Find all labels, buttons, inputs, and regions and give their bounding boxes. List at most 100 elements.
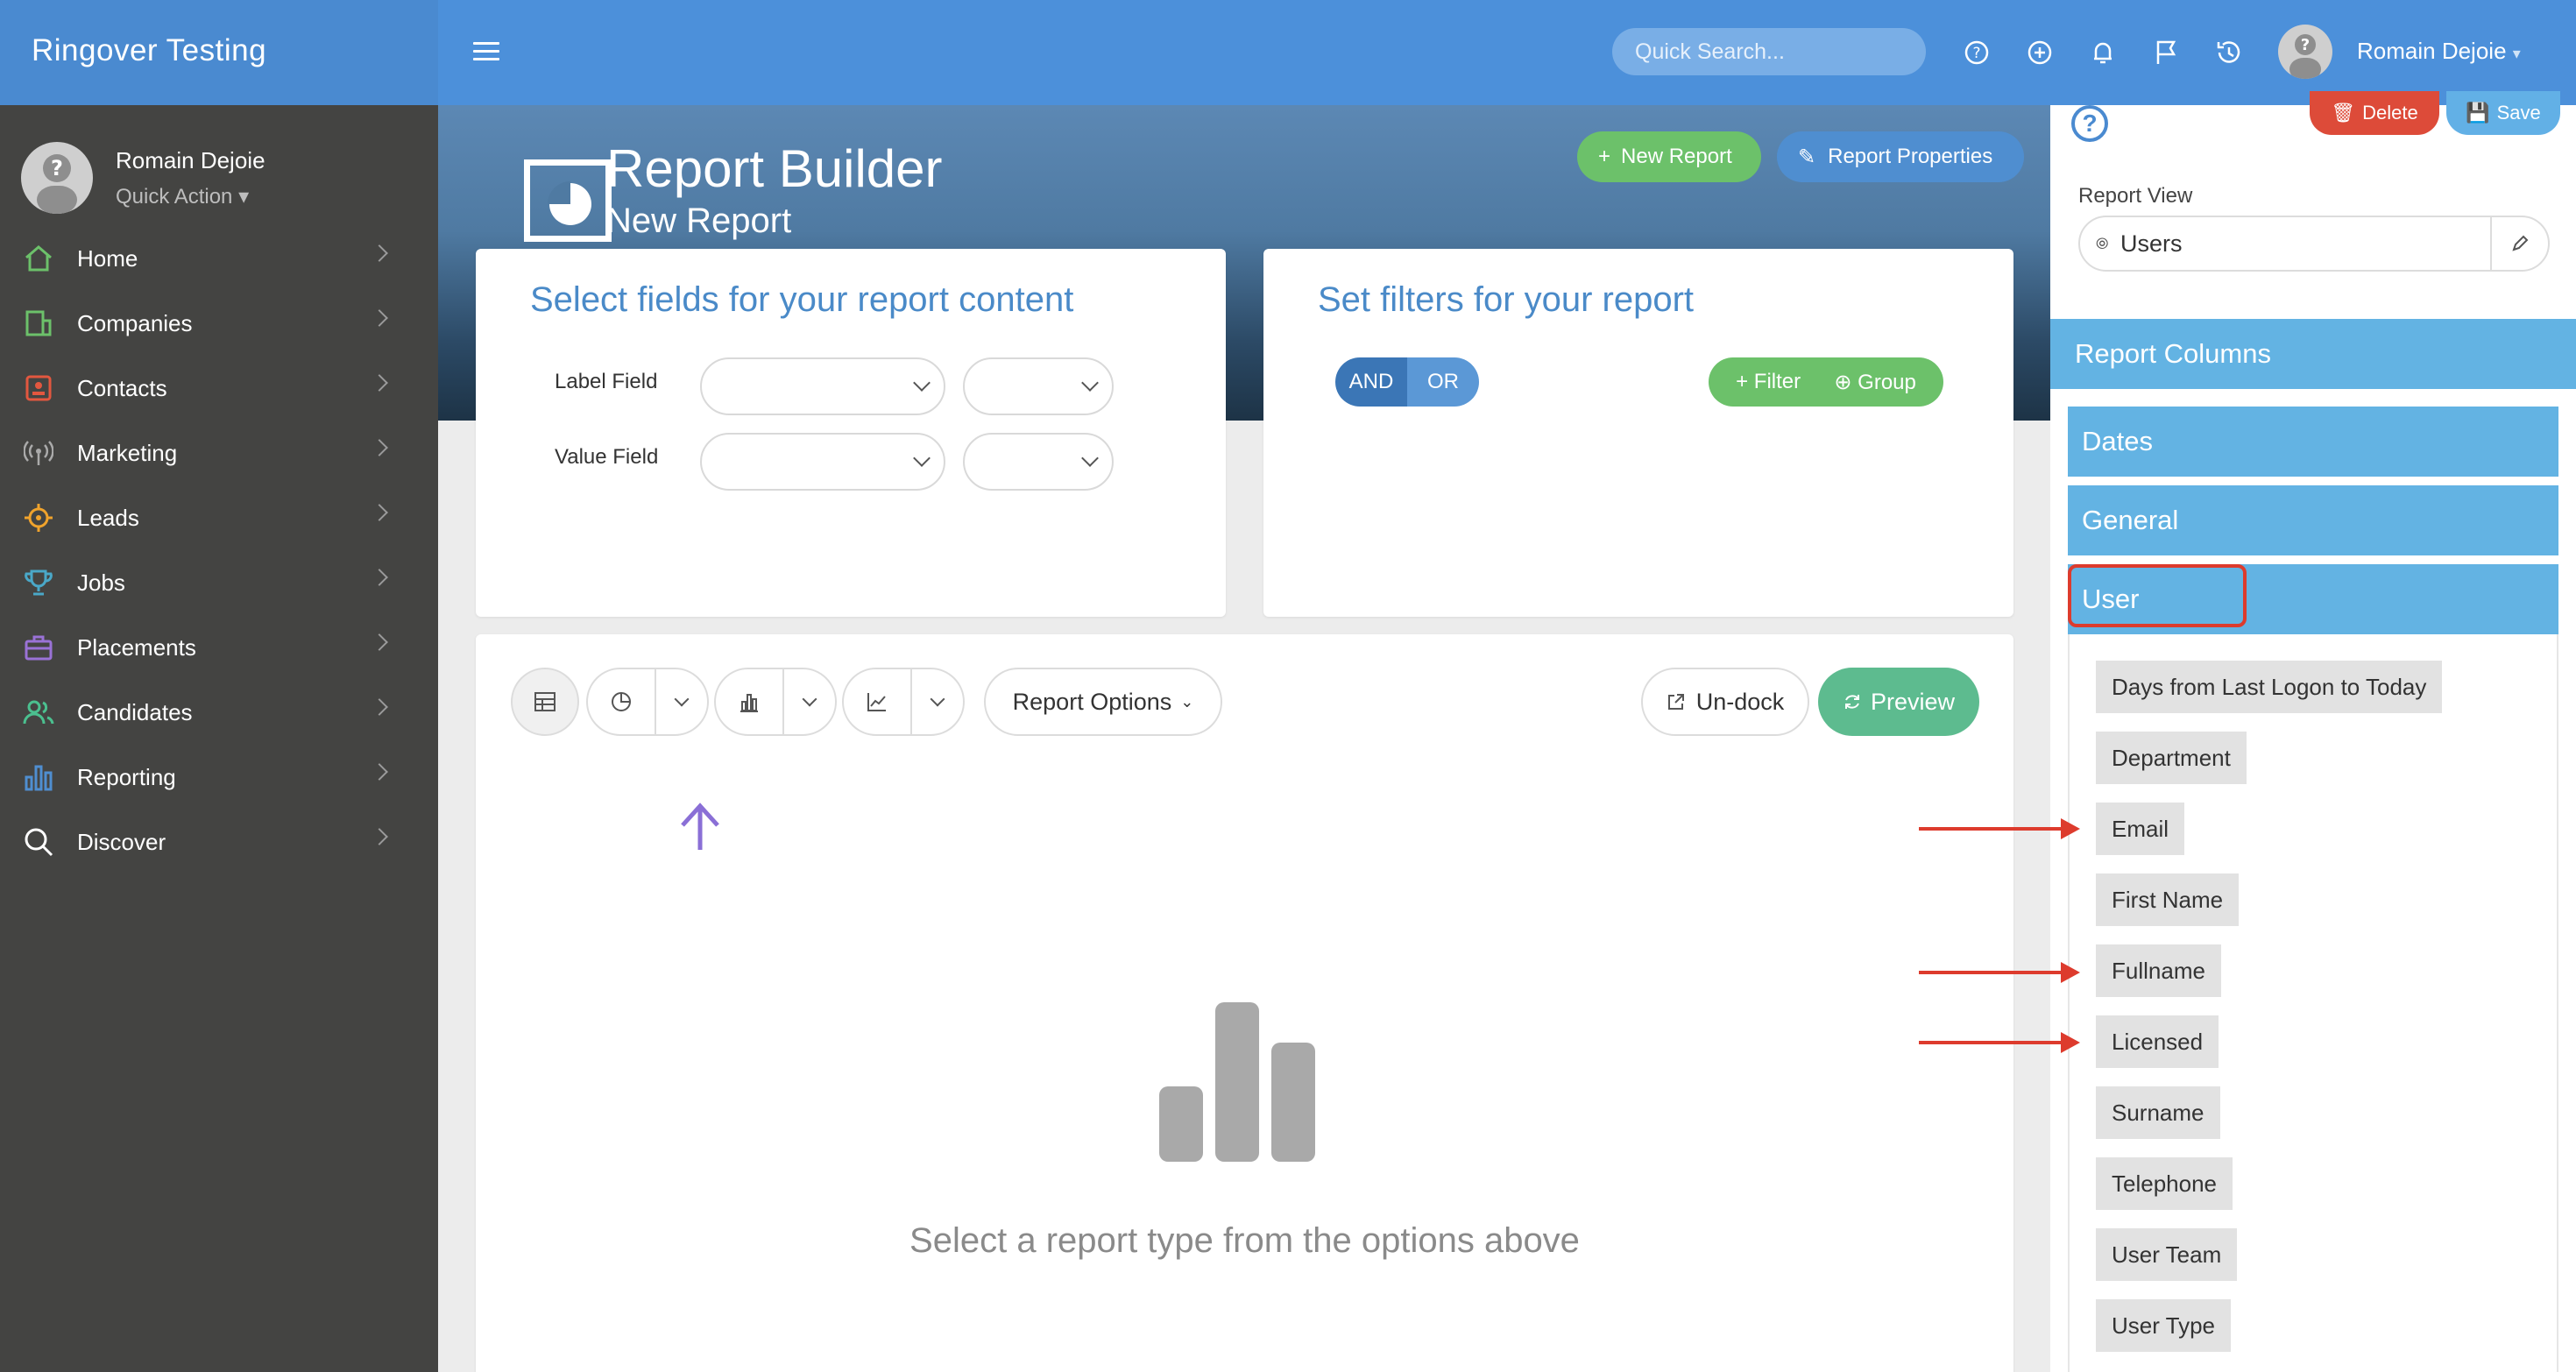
column-item-user-team[interactable]: User Team xyxy=(2096,1228,2238,1281)
annotation-arrow-licensed xyxy=(1919,1032,2080,1053)
column-item-user-type[interactable]: User Type xyxy=(2096,1299,2232,1352)
undock-button[interactable]: Un-dock xyxy=(1641,668,1809,736)
column-item-licensed[interactable]: Licensed xyxy=(2096,1015,2219,1068)
report-view-select[interactable]: ⦾ Users xyxy=(2078,216,2550,272)
top-avatar[interactable]: ? xyxy=(2278,25,2332,79)
chevron-right-icon xyxy=(371,504,388,521)
value-field-label: Value Field xyxy=(555,445,659,469)
sidebar-item-companies[interactable]: Companies xyxy=(0,291,438,356)
sidebar-item-label: Discover xyxy=(77,828,166,855)
sidebar-item-marketing[interactable]: Marketing xyxy=(0,421,438,485)
plus-icon: + xyxy=(1598,145,1611,168)
new-report-button[interactable]: + New Report xyxy=(1577,131,1761,182)
sidebar-item-contacts[interactable]: Contacts xyxy=(0,356,438,421)
sidebar-item-placements[interactable]: Placements xyxy=(0,615,438,680)
column-item-department[interactable]: Department xyxy=(2096,732,2247,784)
preview-button[interactable]: Preview xyxy=(1818,668,1979,736)
sidebar-item-label: Marketing xyxy=(77,439,178,466)
value-field-option-select[interactable] xyxy=(963,433,1114,491)
bell-icon[interactable] xyxy=(2089,39,2117,67)
pie-chart-dropdown[interactable] xyxy=(656,669,707,734)
sidebar-item-leads[interactable]: Leads xyxy=(0,485,438,550)
home-icon xyxy=(0,244,77,272)
report-properties-label: Report Properties xyxy=(1828,145,1993,168)
add-group-button[interactable]: ⊕ Group xyxy=(1834,370,1915,395)
sidebar-item-reporting[interactable]: Reporting xyxy=(0,745,438,810)
delete-button[interactable]: 🗑 Delete xyxy=(2310,91,2439,135)
chevron-right-icon xyxy=(371,309,388,327)
sidebar-item-home[interactable]: Home xyxy=(0,226,438,291)
sidebar-item-jobs[interactable]: Jobs xyxy=(0,550,438,615)
line-chart-dropdown[interactable] xyxy=(912,669,963,734)
sidebar-item-candidates[interactable]: Candidates xyxy=(0,680,438,745)
pie-chart-button-group xyxy=(586,668,709,736)
annotation-arrow-email xyxy=(1919,818,2080,839)
caret-down-icon: ▾ xyxy=(2512,45,2521,62)
sidebar-item-label: Reporting xyxy=(77,763,176,790)
bar-chart-dropdown[interactable] xyxy=(784,669,835,734)
label-field-option-select[interactable] xyxy=(963,357,1114,415)
search-icon xyxy=(0,827,77,857)
pencil-icon xyxy=(2512,235,2529,251)
or-toggle[interactable]: OR xyxy=(1407,357,1479,407)
sidebar-user-name[interactable]: Romain Dejoie xyxy=(116,147,265,174)
fields-card: Select fields for your report content La… xyxy=(476,249,1226,617)
report-properties-button[interactable]: ✎ Report Properties xyxy=(1777,131,2024,182)
chevron-right-icon xyxy=(371,633,388,651)
column-item-days-from-last-logon[interactable]: Days from Last Logon to Today xyxy=(2096,661,2443,713)
brand-title[interactable]: Ringover Testing xyxy=(0,0,438,105)
quick-action-menu[interactable]: Quick Action ▾ xyxy=(116,184,249,209)
value-field-select[interactable] xyxy=(700,433,945,491)
column-item-surname[interactable]: Surname xyxy=(2096,1086,2220,1139)
column-item-telephone[interactable]: Telephone xyxy=(2096,1157,2233,1210)
top-bar xyxy=(438,0,2576,105)
bar-chart-placeholder-icon xyxy=(1159,1002,1315,1162)
trash-icon: 🗑 xyxy=(2331,102,2356,124)
chevron-down-icon xyxy=(674,691,690,707)
report-columns-header: Report Columns xyxy=(2050,319,2576,389)
add-filter-button[interactable]: + Filter xyxy=(1736,370,1801,394)
table-report-button[interactable] xyxy=(511,668,579,736)
label-field-select[interactable] xyxy=(700,357,945,415)
filters-card-title: Set filters for your report xyxy=(1318,280,1695,319)
flag-icon[interactable] xyxy=(2152,39,2180,67)
filter-label: Filter xyxy=(1753,370,1801,393)
edit-report-view-button[interactable] xyxy=(2490,217,2548,270)
history-icon[interactable] xyxy=(2215,39,2243,67)
bar-chart-button[interactable] xyxy=(716,669,784,734)
table-icon xyxy=(534,692,556,711)
help-icon[interactable]: ? xyxy=(1963,39,1991,67)
fields-card-title: Select fields for your report content xyxy=(530,280,1074,319)
top-user-menu[interactable]: Romain Dejoie ▾ xyxy=(2357,38,2521,65)
panel-help-icon[interactable]: ? xyxy=(2071,105,2108,142)
report-view-value: Users xyxy=(2120,230,2183,257)
and-toggle[interactable]: AND xyxy=(1335,357,1407,407)
external-link-icon xyxy=(1667,694,1684,710)
column-group-general[interactable]: General xyxy=(2068,485,2558,555)
column-group-dates[interactable]: Dates xyxy=(2068,407,2558,477)
hamburger-menu-icon[interactable] xyxy=(473,42,499,61)
report-options-dropdown[interactable]: Report Options ⌄ xyxy=(984,668,1222,736)
column-item-first-name[interactable]: First Name xyxy=(2096,873,2240,926)
plus-circle-icon: ⊕ xyxy=(1834,370,1858,394)
chevron-down-icon xyxy=(913,374,931,392)
sidebar-item-label: Leads xyxy=(77,504,139,531)
undock-label: Un-dock xyxy=(1695,688,1785,715)
avatar[interactable]: ? xyxy=(21,142,93,214)
sidebar-item-label: Home xyxy=(77,244,138,272)
sidebar-item-discover[interactable]: Discover xyxy=(0,810,438,874)
chevron-down-icon xyxy=(1081,374,1099,392)
delete-label: Delete xyxy=(2362,102,2418,124)
bar-chart-icon xyxy=(0,763,77,791)
preview-label: Preview xyxy=(1870,688,1956,715)
column-item-email[interactable]: Email xyxy=(2096,803,2185,855)
line-chart-button[interactable] xyxy=(844,669,912,734)
quick-search-input[interactable] xyxy=(1612,28,1926,75)
target-icon: ⦾ xyxy=(2096,235,2109,252)
pie-chart-button[interactable] xyxy=(588,669,656,734)
svg-text:?: ? xyxy=(51,156,63,180)
save-button[interactable]: 💾 Save xyxy=(2446,91,2560,135)
sidebar-item-label: Contacts xyxy=(77,374,167,401)
column-item-fullname[interactable]: Fullname xyxy=(2096,944,2221,997)
plus-circle-icon[interactable] xyxy=(2026,39,2054,67)
